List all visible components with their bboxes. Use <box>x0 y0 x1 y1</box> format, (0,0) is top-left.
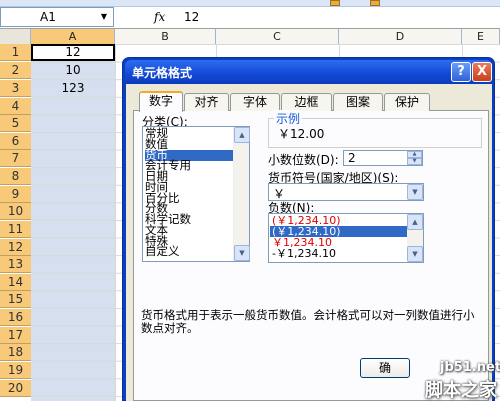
cell-a1[interactable]: 12 <box>31 44 115 61</box>
scroll-down-icon[interactable]: ▼ <box>407 246 423 262</box>
tab-protection[interactable]: 保护 <box>384 93 430 111</box>
close-button[interactable]: X <box>472 62 492 82</box>
watermark-brand: 脚本之家 <box>425 380 497 401</box>
negative-option[interactable]: -￥1,234.10 <box>270 248 407 259</box>
row-header[interactable]: 19 <box>0 362 31 379</box>
negative-scrollbar[interactable]: ▲ ▼ <box>407 214 423 262</box>
toolbar-icon[interactable] <box>370 0 380 6</box>
row-header[interactable]: 10 <box>0 203 31 220</box>
name-box-value: A1 <box>40 10 56 24</box>
category-scrollbar[interactable]: ▲ ▼ <box>233 127 250 261</box>
column-header-b[interactable]: B <box>115 29 216 44</box>
row-header[interactable]: 4 <box>0 98 31 115</box>
spin-down-icon[interactable]: ▼ <box>407 158 422 165</box>
row-header[interactable]: 14 <box>0 274 31 291</box>
format-description: 货币格式用于表示一般货币数值。会计格式可以对一列数值进行小数点对齐。 <box>141 308 475 335</box>
row-header[interactable]: 3 <box>0 80 31 97</box>
decimals-spinner[interactable]: ▲ ▼ <box>407 151 422 165</box>
tab-font[interactable]: 字体 <box>230 93 280 111</box>
spin-up-icon[interactable]: ▲ <box>407 151 422 158</box>
scroll-up-icon[interactable]: ▲ <box>234 127 250 143</box>
cell-a2[interactable]: 10 <box>31 62 115 79</box>
tab-alignment[interactable]: 对齐 <box>184 93 229 111</box>
select-all-corner[interactable] <box>0 29 31 44</box>
column-header-e[interactable]: E <box>462 29 500 44</box>
row-header[interactable]: 6 <box>0 133 31 150</box>
row-header[interactable]: 9 <box>0 186 31 203</box>
row-header[interactable]: 12 <box>0 239 31 256</box>
grid-line <box>115 44 116 401</box>
chevron-down-icon[interactable]: ▼ <box>407 184 423 200</box>
row-header[interactable]: 7 <box>0 150 31 167</box>
row-header[interactable]: 2 <box>0 62 31 79</box>
tab-border[interactable]: 边框 <box>281 93 332 111</box>
toolbar-icon[interactable] <box>330 0 340 6</box>
column-header-d[interactable]: D <box>339 29 462 44</box>
row-header[interactable]: 13 <box>0 256 31 273</box>
dialog-title: 单元格格式 <box>132 66 193 80</box>
cell-a3[interactable]: 123 <box>31 80 115 97</box>
row-header[interactable]: 20 <box>0 380 31 397</box>
chevron-down-icon[interactable]: ▼ <box>96 8 112 25</box>
row-header[interactable]: 5 <box>0 115 31 132</box>
formula-input[interactable]: 12 <box>184 10 199 24</box>
column-header-c[interactable]: C <box>216 29 339 44</box>
row-header[interactable]: 16 <box>0 309 31 326</box>
category-item[interactable]: 自定义 <box>145 245 233 257</box>
tab-patterns[interactable]: 图案 <box>333 93 383 111</box>
row-header[interactable]: 1 <box>0 44 31 61</box>
sample-value: ￥12.00 <box>278 127 325 141</box>
tab-number[interactable]: 数字 <box>139 91 183 112</box>
watermark-url: jb51.net <box>440 360 500 375</box>
row-header[interactable]: 18 <box>0 344 31 361</box>
help-button[interactable]: ? <box>451 62 471 82</box>
toolbar-strip <box>0 0 500 7</box>
function-icon[interactable]: fx <box>154 10 165 24</box>
row-header[interactable]: 15 <box>0 291 31 308</box>
scroll-up-icon[interactable]: ▲ <box>407 214 423 230</box>
row-header[interactable]: 8 <box>0 168 31 185</box>
ok-button[interactable]: 确 <box>360 358 410 378</box>
column-header-a[interactable]: A <box>31 29 115 44</box>
decimals-label: 小数位数(D): <box>268 153 339 167</box>
row-header[interactable]: 17 <box>0 327 31 344</box>
row-header[interactable]: 11 <box>0 221 31 238</box>
scroll-down-icon[interactable]: ▼ <box>234 245 250 261</box>
